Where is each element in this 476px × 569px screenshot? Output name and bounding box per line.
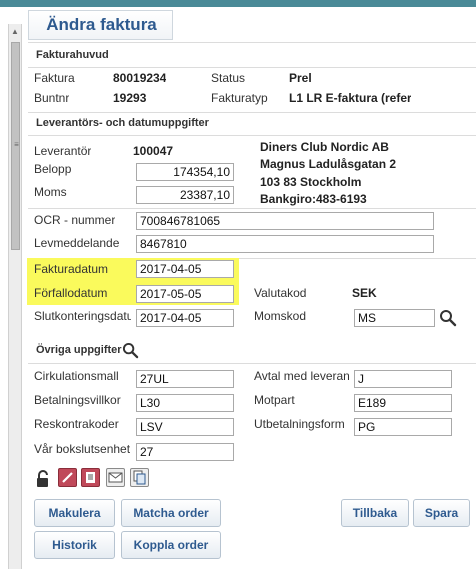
moms-label: Moms [34, 185, 67, 199]
faktura-value: 80019234 [113, 71, 167, 85]
leverantor-label: Leverantör [34, 144, 92, 158]
levmeddelande-input[interactable]: 8467810 [136, 235, 434, 253]
fakturadatum-input[interactable]: 2017-04-05 [136, 260, 234, 278]
utbetalningsform-label: Utbetalningsform [254, 417, 345, 431]
ocr-label: OCR - nummer [34, 213, 116, 227]
fakturadatum-label: Fakturadatum [34, 262, 109, 276]
scroll-thumb[interactable]: ≡ [11, 42, 20, 250]
page-title-box: Ändra faktura [28, 10, 173, 40]
utbetalningsform-input[interactable]: PG [354, 418, 452, 436]
status-value: Prel [289, 71, 312, 85]
slutkontering-label: Slutkonteringsdatu [34, 309, 131, 323]
cirkulationsmall-label: Cirkulationsmall [34, 369, 119, 383]
supplier-address-line-1: Diners Club Nordic AB [260, 140, 389, 154]
invoice-edit-panel: Ändra faktura Fakturahuvud Faktura 80019… [24, 7, 476, 569]
avtal-label: Avtal med leverant [254, 369, 350, 383]
separator [28, 112, 476, 113]
betalningsvillkor-label: Betalningsvillkor [34, 393, 121, 407]
separator [28, 42, 476, 43]
separator [28, 363, 476, 364]
leverantor-value: 100047 [133, 144, 174, 158]
cirkulationsmall-input[interactable]: 27UL [136, 370, 234, 388]
matcha-order-button[interactable]: Matcha order [121, 499, 221, 527]
betalningsvillkor-input[interactable]: L30 [136, 394, 234, 412]
bokslut-input[interactable]: 27 [136, 443, 234, 461]
supplier-address-line-4: Bankgiro:483-6193 [260, 192, 367, 206]
reskontrakoder-input[interactable]: LSV [136, 418, 234, 436]
motpart-label: Motpart [254, 393, 295, 407]
buntnr-label: Buntnr [34, 91, 70, 105]
vertical-scrollbar[interactable]: ▲ ≡ [8, 24, 22, 569]
section-title-fakturahuvud: Fakturahuvud [36, 49, 109, 61]
historik-button[interactable]: Historik [34, 531, 115, 559]
supplier-address-line-2: Magnus Ladulåsgatan 2 [260, 157, 397, 171]
separator [28, 67, 476, 68]
status-label: Status [211, 71, 246, 85]
page-title: Ändra faktura [46, 15, 157, 34]
avtal-input[interactable]: J [354, 370, 452, 388]
forfallodatum-input[interactable]: 2017-05-05 [136, 285, 234, 303]
fakturatyp-value: L1 LR E-faktura (referer [289, 91, 411, 105]
valutakod-value: SEK [352, 286, 377, 300]
section-title-supplier: Leverantörs- och datumuppgifter [36, 117, 209, 129]
copy-document-icon[interactable] [130, 468, 149, 487]
supplier-address-line-3: 103 83 Stockholm [260, 175, 362, 189]
motpart-input[interactable]: E189 [354, 394, 452, 412]
spara-button[interactable]: Spara [413, 499, 470, 527]
momskod-label: Momskod [254, 309, 307, 323]
edit-pencil-icon[interactable] [58, 468, 77, 487]
makulera-button[interactable]: Makulera [34, 499, 115, 527]
mail-icon[interactable] [106, 468, 125, 487]
moms-input[interactable]: 23387,10 [136, 186, 234, 204]
ocr-input[interactable]: 700846781065 [136, 212, 434, 230]
separator [28, 208, 476, 209]
tillbaka-button[interactable]: Tillbaka [341, 499, 409, 527]
momskod-input[interactable]: MS [354, 309, 435, 327]
reskontrakoder-label: Reskontrakoder [34, 417, 119, 431]
momskod-search-icon[interactable] [439, 309, 457, 327]
scroll-up-arrow-icon[interactable]: ▲ [9, 26, 21, 38]
separator [28, 135, 476, 136]
section-title-other: Övriga uppgifter [36, 344, 122, 356]
valutakod-label: Valutakod [254, 286, 307, 300]
faktura-label: Faktura [34, 71, 75, 85]
belopp-label: Belopp [34, 162, 72, 176]
forfallodatum-label: Förfallodatum [34, 286, 108, 300]
document-icon[interactable] [81, 468, 100, 487]
bokslut-label: Vår bokslutsenhet [34, 442, 131, 456]
belopp-input[interactable]: 174354,10 [136, 163, 234, 181]
window-top-bar [0, 0, 476, 7]
scroll-grip-icon: ≡ [14, 140, 19, 149]
slutkontering-input[interactable]: 2017-04-05 [136, 309, 234, 327]
koppla-order-button[interactable]: Koppla order [121, 531, 221, 559]
unlock-icon[interactable] [35, 470, 51, 488]
fakturatyp-label: Fakturatyp [211, 91, 268, 105]
levmeddelande-label: Levmeddelande [34, 236, 120, 250]
other-search-icon[interactable] [122, 342, 139, 359]
buntnr-value: 19293 [113, 91, 147, 105]
